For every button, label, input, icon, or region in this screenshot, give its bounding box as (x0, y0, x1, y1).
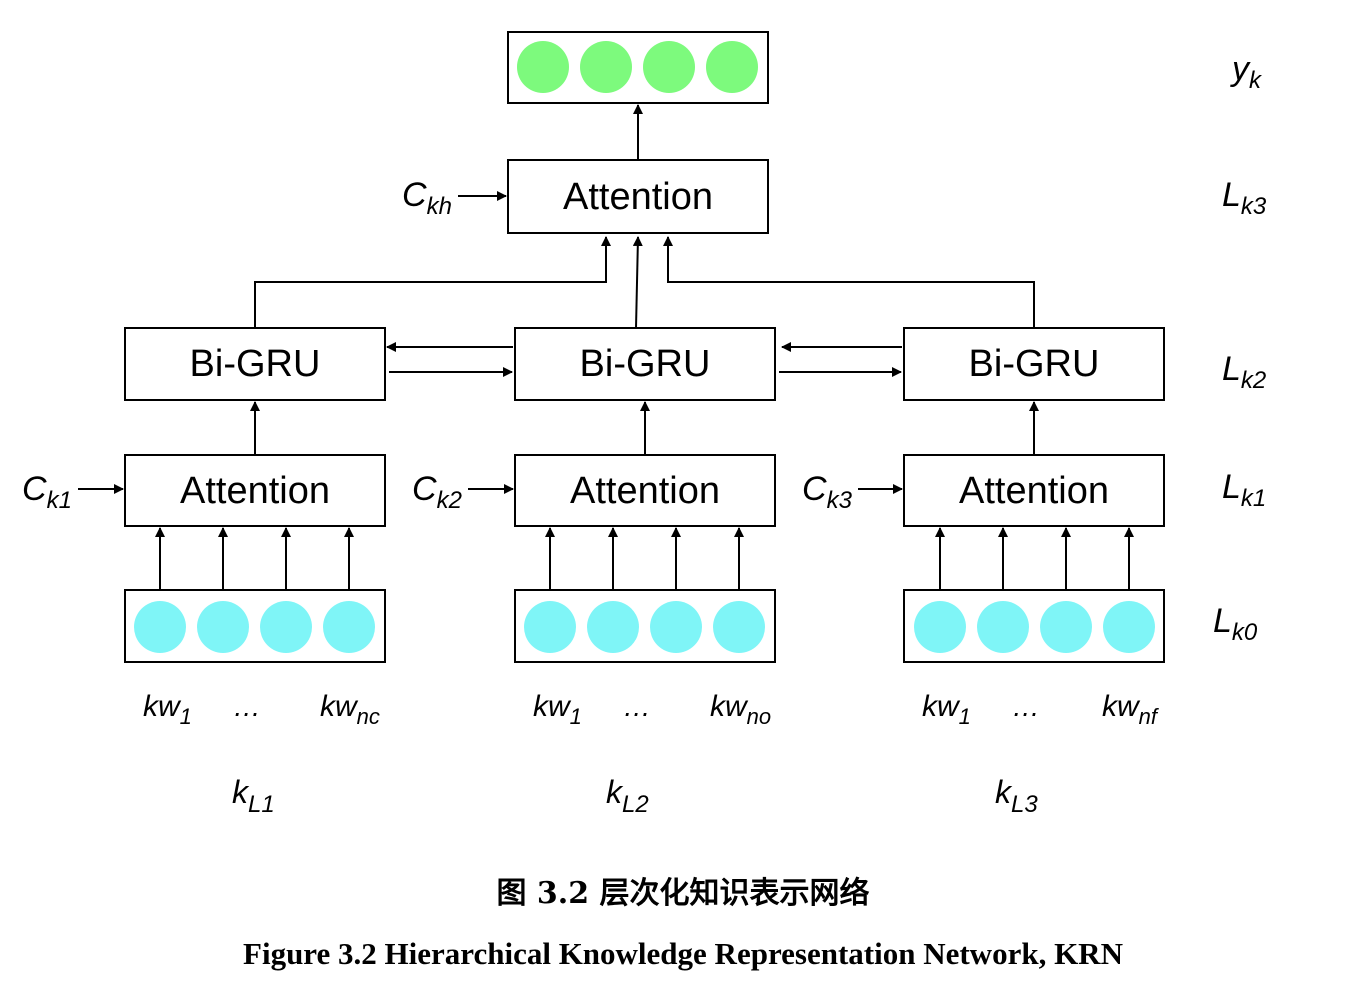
input-2-node-1 (524, 601, 576, 653)
layer-label-k1: Lk1 (1222, 468, 1266, 512)
context-1-label: Ck1 (22, 470, 72, 514)
bigru-2-to-top-attention-arrow (632, 236, 643, 329)
layer-label-k3: Lk3 (1222, 176, 1267, 220)
layer-label-k2: Lk2 (1222, 350, 1266, 394)
output-node-1 (517, 41, 569, 93)
bigru-2-label: Bi-GRU (580, 343, 711, 385)
layer-label-k0: Lk0 (1213, 602, 1258, 646)
input-2-node-4 (713, 601, 765, 653)
output-label: yk (1230, 50, 1263, 94)
input-1-node-1 (134, 601, 186, 653)
word-1-last-label: kwnc (320, 690, 380, 729)
word-1-ellipsis: … (233, 691, 261, 722)
top-attention-context-label: Ckh (402, 176, 452, 220)
context-2-label: Ck2 (412, 470, 462, 514)
bigru-3-to-top-attention-arrow (663, 236, 1035, 328)
attention-3-label: Attention (959, 470, 1109, 512)
word-3-ellipsis: … (1012, 691, 1040, 722)
context-3-label: Ck3 (802, 470, 853, 514)
input-arrows-2 (545, 527, 744, 589)
input-3-node-4 (1103, 601, 1155, 653)
attention-2-label: Attention (570, 470, 720, 512)
word-2-last-label: kwno (710, 690, 771, 729)
bigru-3-label: Bi-GRU (969, 343, 1100, 385)
input-3-node-1 (914, 601, 966, 653)
word-3-first-label: kw1 (922, 690, 971, 729)
top-attention-label: Attention (563, 176, 713, 218)
caption-english: Figure 3.2 Hierarchical Knowledge Repres… (243, 936, 1123, 971)
attention-1-label: Attention (180, 470, 330, 512)
input-arrows-1 (155, 527, 354, 589)
output-node-3 (643, 41, 695, 93)
word-3-last-label: kwnf (1102, 690, 1160, 729)
input-1-node-4 (323, 601, 375, 653)
input-1-node-2 (197, 601, 249, 653)
group-1-label: kL1 (232, 774, 275, 818)
output-node-2 (580, 41, 632, 93)
output-node-4 (706, 41, 758, 93)
input-1-node-3 (260, 601, 312, 653)
input-3-node-2 (977, 601, 1029, 653)
word-1-first-label: kw1 (143, 690, 192, 729)
word-2-ellipsis: … (623, 691, 651, 722)
bigru-1-label: Bi-GRU (190, 343, 321, 385)
input-3-node-3 (1040, 601, 1092, 653)
word-2-first-label: kw1 (533, 690, 582, 729)
input-2-node-2 (587, 601, 639, 653)
group-3-label: kL3 (995, 774, 1038, 818)
group-2-label: kL2 (606, 774, 649, 818)
input-2-node-3 (650, 601, 702, 653)
caption-chinese: 图 3.2 层次化知识表示网络 (496, 876, 870, 911)
krn-diagram: yk Attention Ckh Bi-GRU Attention Ck1 kw… (22, 31, 1267, 818)
input-arrows-3 (935, 527, 1134, 589)
bigru-1-to-top-attention-arrow (254, 236, 611, 328)
